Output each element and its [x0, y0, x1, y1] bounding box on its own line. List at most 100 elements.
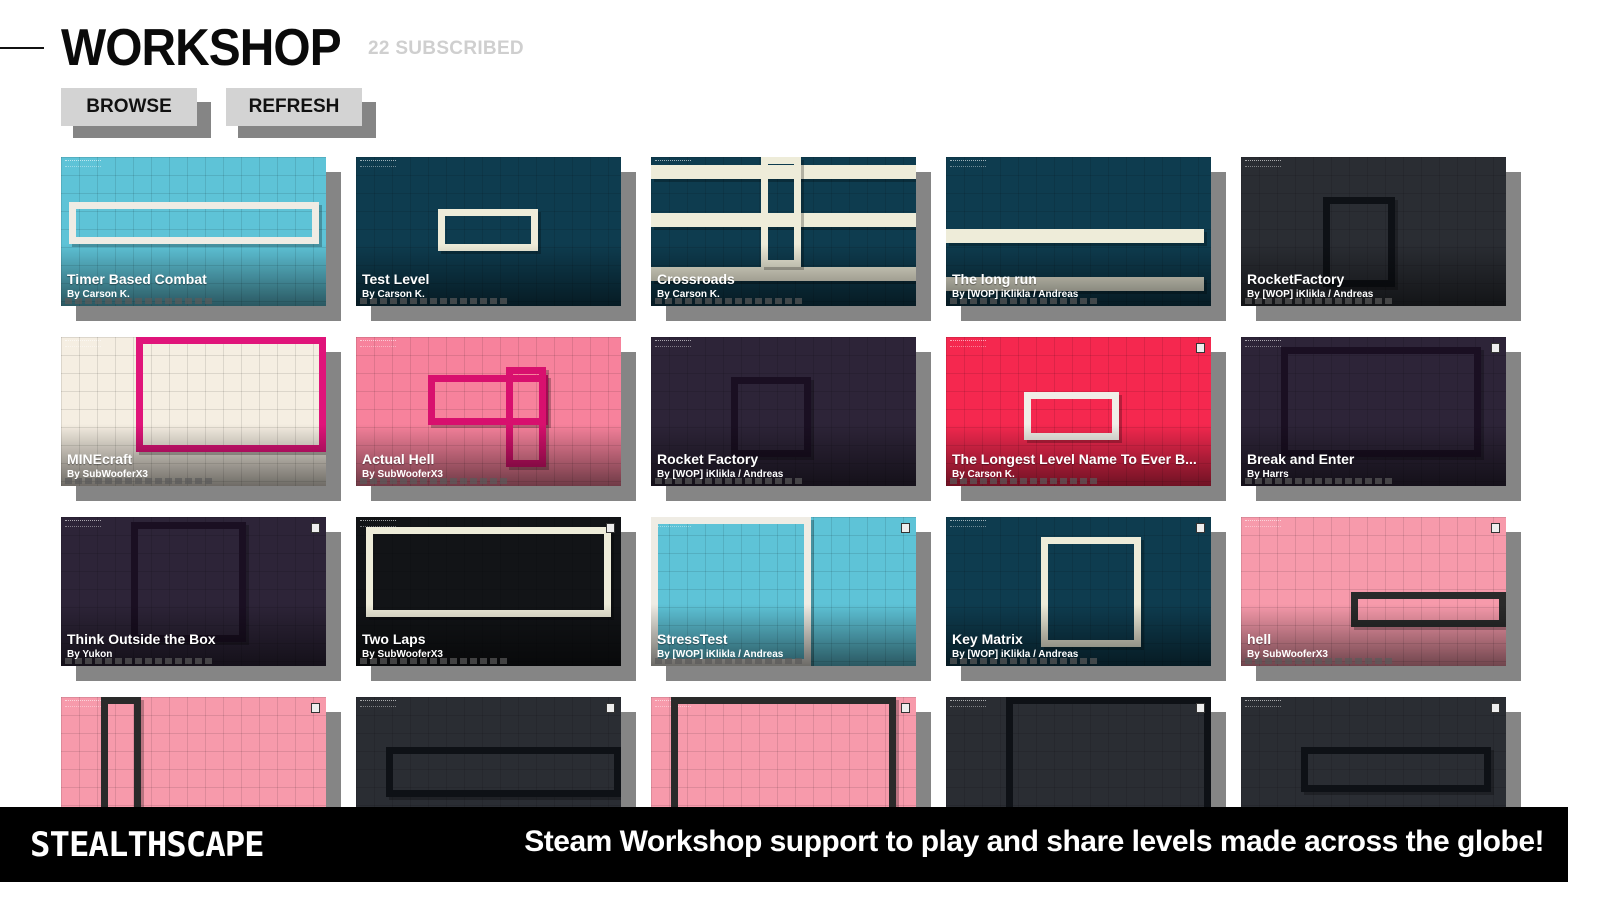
- level-preview: Break and Enter By Harrs: [1241, 337, 1506, 486]
- level-author: By Carson K.: [657, 289, 720, 300]
- game-logo: STEALTHSCAPE: [30, 825, 265, 865]
- level-author: By Carson K.: [67, 289, 130, 300]
- level-preview: Think Outside the Box By Yukon: [61, 517, 326, 666]
- level-name: Test Level: [362, 271, 430, 287]
- level-name: Two Laps: [362, 631, 426, 647]
- level-card[interactable]: Think Outside the Box By Yukon: [61, 517, 341, 681]
- level-name: hell: [1247, 631, 1272, 647]
- level-name: StressTest: [657, 631, 728, 647]
- level-card[interactable]: MINEcraft By SubWooferX3: [61, 337, 341, 501]
- level-wall: [69, 202, 319, 244]
- level-name: Actual Hell: [362, 451, 435, 467]
- level-card[interactable]: Break and Enter By Harrs: [1241, 337, 1521, 501]
- level-preview: Timer Based Combat By Carson K.: [61, 157, 326, 306]
- level-preview: The Longest Level Name To Ever B... By Ca…: [946, 337, 1211, 486]
- refresh-button[interactable]: REFRESH: [226, 88, 362, 126]
- level-preview: RocketFactory By [WOP] iKlikla / Andreas: [1241, 157, 1506, 306]
- preview-hud: [65, 520, 101, 527]
- subscribed-icon: [1196, 523, 1205, 533]
- level-wall: [1301, 747, 1491, 792]
- level-author: By Carson K.: [362, 289, 425, 300]
- browse-button[interactable]: BROWSE: [61, 88, 197, 126]
- preview-hud: [1245, 160, 1281, 167]
- level-card[interactable]: RocketFactory By [WOP] iKlikla / Andreas: [1241, 157, 1521, 321]
- level-card[interactable]: hell By SubWooferX3: [1241, 517, 1521, 681]
- page-title: WORKSHOP: [61, 19, 342, 77]
- level-card[interactable]: Two Laps By SubWooferX3: [356, 517, 636, 681]
- preview-hud: [360, 340, 396, 347]
- level-wall: [386, 747, 621, 797]
- level-preview: Two Laps By SubWooferX3: [356, 517, 621, 666]
- footer-banner: STEALTHSCAPE Steam Workshop support to p…: [0, 807, 1568, 882]
- level-author: By Harrs: [1247, 469, 1289, 480]
- preview-hud: [1245, 340, 1281, 347]
- level-author: By [WOP] iKlikla / Andreas: [1247, 289, 1374, 300]
- subscribed-icon: [606, 703, 615, 713]
- level-author: By [WOP] iKlikla / Andreas: [952, 649, 1079, 660]
- level-author: By SubWooferX3: [362, 649, 443, 660]
- preview-hud: [1245, 520, 1281, 527]
- subscribed-icon: [901, 523, 910, 533]
- level-author: By SubWooferX3: [1247, 649, 1328, 660]
- header-rule: [0, 47, 44, 49]
- level-name: Timer Based Combat: [67, 271, 207, 287]
- level-card[interactable]: Timer Based Combat By Carson K.: [61, 157, 341, 321]
- subscribed-icon: [1491, 523, 1500, 533]
- level-name: RocketFactory: [1247, 271, 1345, 287]
- level-author: By SubWooferX3: [67, 469, 148, 480]
- level-author: By [WOP] iKlikla / Andreas: [657, 649, 784, 660]
- level-preview: Crossroads By Carson K.: [651, 157, 916, 306]
- preview-hud: [950, 160, 986, 167]
- level-preview: Rocket Factory By [WOP] iKlikla / Andreas: [651, 337, 916, 486]
- level-name: Think Outside the Box: [67, 631, 216, 647]
- subscribed-icon: [1491, 703, 1500, 713]
- subscribed-icon: [606, 523, 615, 533]
- preview-hud: [655, 340, 691, 347]
- subscribed-icon: [1491, 343, 1500, 353]
- level-card[interactable]: Key Matrix By [WOP] iKlikla / Andreas: [946, 517, 1226, 681]
- level-preview: Key Matrix By [WOP] iKlikla / Andreas: [946, 517, 1211, 666]
- level-name: Crossroads: [657, 271, 735, 287]
- level-author: By SubWooferX3: [362, 469, 443, 480]
- refresh-button-wrap: REFRESH: [226, 88, 376, 138]
- level-preview: StressTest By [WOP] iKlikla / Andreas: [651, 517, 916, 666]
- level-card[interactable]: StressTest By [WOP] iKlikla / Andreas: [651, 517, 931, 681]
- level-preview: hell By SubWooferX3: [1241, 517, 1506, 666]
- preview-hud: [360, 160, 396, 167]
- level-name: The long run: [952, 271, 1037, 287]
- subscribed-icon: [1196, 343, 1205, 353]
- level-author: By Yukon: [67, 649, 113, 660]
- preview-hud: [1245, 700, 1281, 707]
- preview-hud: [65, 160, 101, 167]
- level-card[interactable]: Crossroads By Carson K.: [651, 157, 931, 321]
- level-card[interactable]: Test Level By Carson K.: [356, 157, 636, 321]
- preview-hud: [360, 520, 396, 527]
- level-card[interactable]: Rocket Factory By [WOP] iKlikla / Andreas: [651, 337, 931, 501]
- level-author: By Carson K.: [952, 469, 1015, 480]
- footer-tagline: Steam Workshop support to play and share…: [524, 825, 1544, 858]
- subscribed-icon: [311, 523, 320, 533]
- preview-hud: [65, 700, 101, 707]
- level-name: Rocket Factory: [657, 451, 759, 467]
- level-card[interactable]: The long run By [WOP] iKlikla / Andreas: [946, 157, 1226, 321]
- subscribed-icon: [901, 703, 910, 713]
- browse-button-wrap: BROWSE: [61, 88, 211, 138]
- level-preview: Actual Hell By SubWooferX3: [356, 337, 621, 486]
- preview-hud: [360, 700, 396, 707]
- level-wall: [946, 229, 1204, 243]
- level-author: By [WOP] iKlikla / Andreas: [657, 469, 784, 480]
- level-name: Break and Enter: [1247, 451, 1355, 467]
- level-card[interactable]: The Longest Level Name To Ever B... By Ca…: [946, 337, 1226, 501]
- level-preview: Test Level By Carson K.: [356, 157, 621, 306]
- level-name: MINEcraft: [67, 451, 133, 467]
- level-name: Key Matrix: [952, 631, 1023, 647]
- preview-hud: [950, 340, 986, 347]
- preview-hud: [950, 520, 986, 527]
- preview-hud: [65, 340, 101, 347]
- level-author: By [WOP] iKlikla / Andreas: [952, 289, 1079, 300]
- level-card[interactable]: Actual Hell By SubWooferX3: [356, 337, 636, 501]
- level-preview: MINEcraft By SubWooferX3: [61, 337, 326, 486]
- preview-hud: [950, 700, 986, 707]
- level-name: The Longest Level Name To Ever B...: [952, 451, 1197, 467]
- level-preview: The long run By [WOP] iKlikla / Andreas: [946, 157, 1211, 306]
